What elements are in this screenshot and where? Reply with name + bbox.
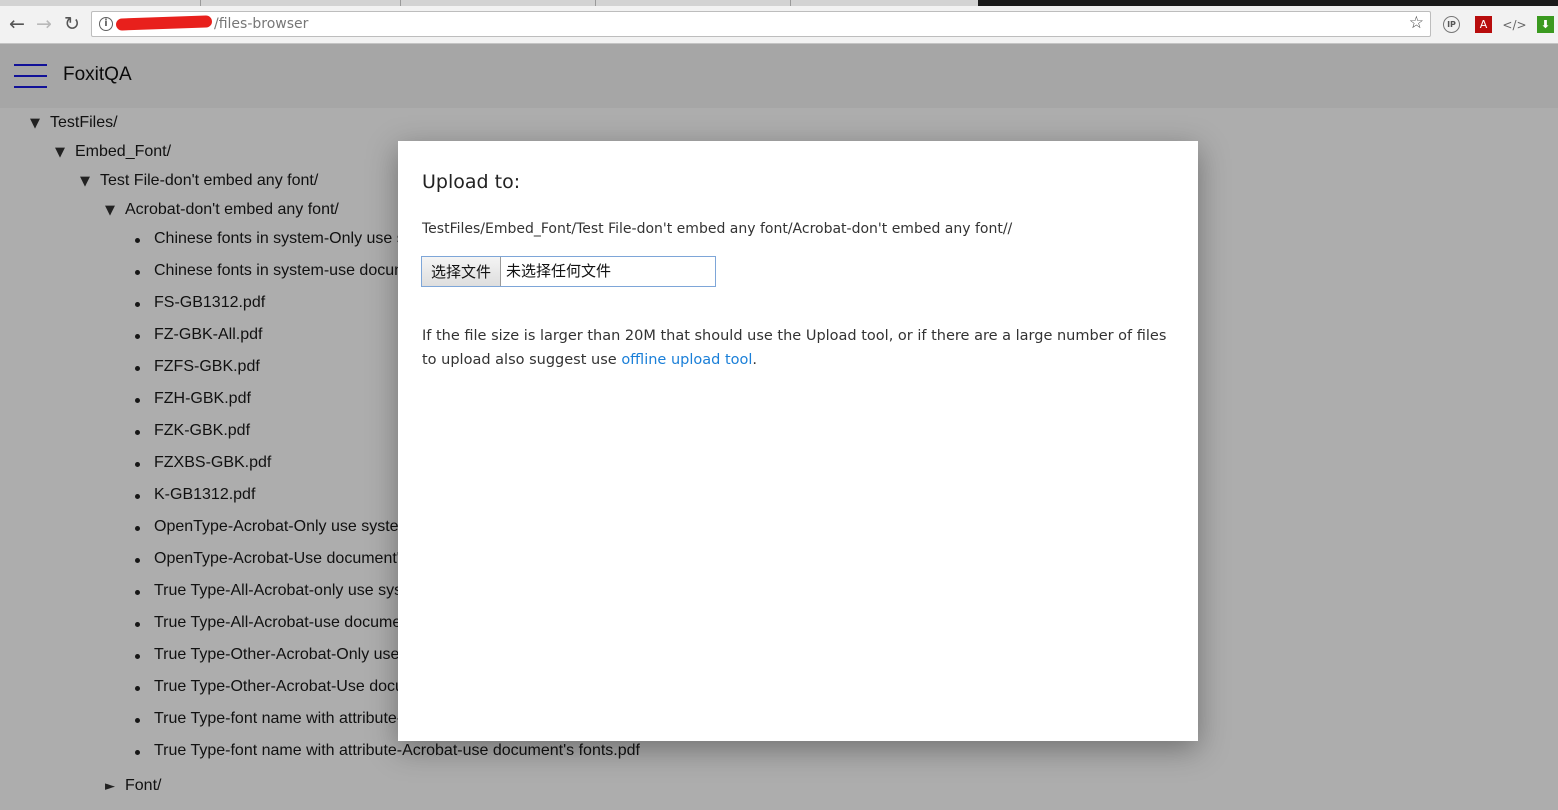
upload-note: If the file size is larger than 20M that… [422,324,1182,372]
reload-icon[interactable]: ↻ [61,13,83,35]
address-bar[interactable]: i /files-browser ☆ [91,11,1431,37]
upload-note-end: . [752,352,758,368]
choose-file-button[interactable]: 选择文件 [422,257,501,286]
back-arrow-icon[interactable]: ← [6,13,28,35]
acrobat-extension-icon[interactable]: A [1475,16,1492,33]
url-text[interactable]: /files-browser [214,16,308,32]
file-chooser[interactable]: 选择文件 未选择任何文件 [421,256,716,287]
file-status-text: 未选择任何文件 [506,262,612,280]
code-extension-icon[interactable]: </> [1502,16,1526,33]
offline-upload-tool-link[interactable]: offline upload tool [621,352,752,368]
browser-toolbar: ← → ↻ i /files-browser ☆ IP A </> ⬇ [0,6,1558,44]
info-icon[interactable]: i [99,17,113,31]
ip-extension-icon[interactable]: IP [1443,16,1460,33]
dialog-title: Upload to: [422,171,521,193]
upload-note-text: If the file size is larger than 20M that… [422,328,1167,368]
url-redaction [115,15,213,31]
star-icon[interactable]: ☆ [1409,13,1424,33]
upload-path: TestFiles/Embed_Font/Test File-don't emb… [422,221,1013,237]
download-extension-icon[interactable]: ⬇ [1537,16,1554,33]
forward-arrow-icon[interactable]: → [33,13,55,35]
upload-dialog: Upload to: TestFiles/Embed_Font/Test Fil… [398,141,1198,741]
